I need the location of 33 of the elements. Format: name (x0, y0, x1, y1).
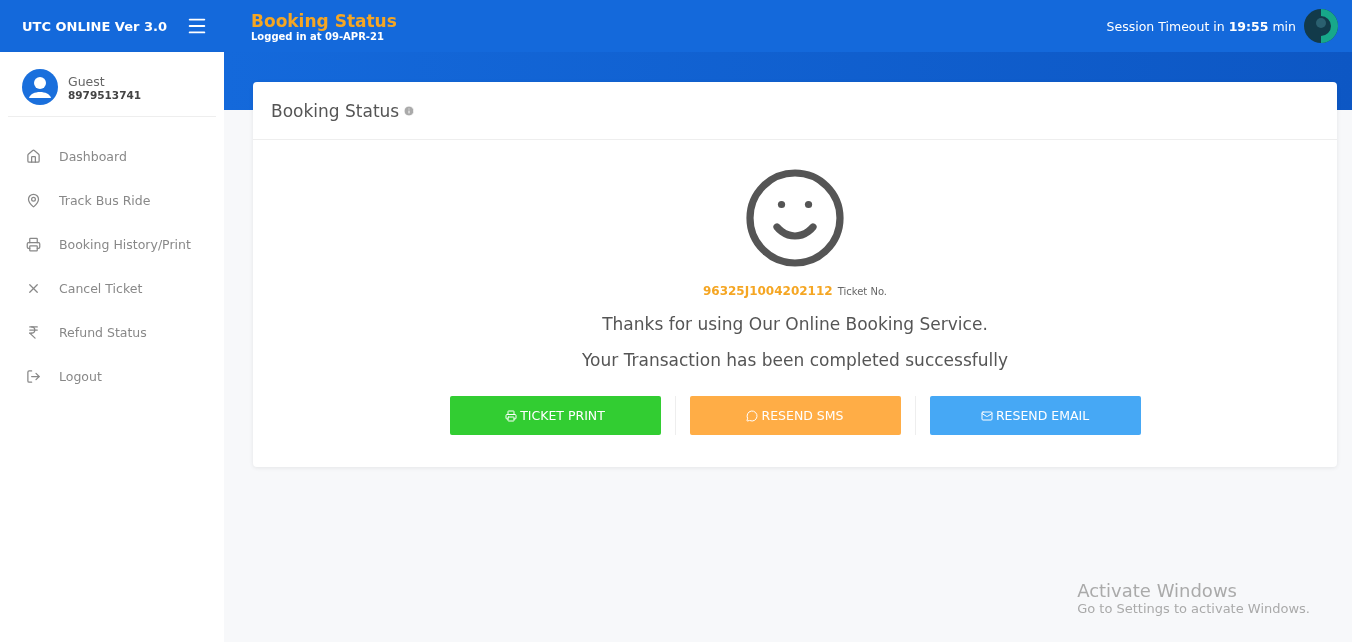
action-button[interactable]: RESEND SMS (689, 396, 901, 435)
sidebar-item[interactable]: Logout (8, 354, 216, 398)
activation-notice-text: Go to Settings to activate Windows. (1077, 601, 1310, 616)
sidebar-item[interactable]: Track Bus Ride (8, 178, 216, 222)
brand-name: UTC ONLINE Ver 3.0 (22, 18, 167, 34)
map-pin-icon (26, 192, 41, 208)
home-icon (26, 148, 41, 164)
sidebar-item[interactable]: Dashboard (8, 134, 216, 178)
rupee-icon (26, 324, 41, 340)
user-avatar-icon (22, 69, 58, 105)
login-info: Logged in at 09-APR-21 (251, 30, 385, 42)
session-timeout: Session Timeout in 19:55 min (1106, 18, 1296, 34)
action-button[interactable]: RESEND EMAIL (929, 396, 1141, 435)
card-title: Booking Status (271, 100, 400, 121)
envelope-icon (980, 409, 993, 422)
sidebar-item[interactable]: Cancel Ticket (8, 266, 216, 310)
chat-bubble-icon (746, 409, 759, 422)
sidebar-item[interactable]: Booking History/Print (8, 222, 216, 266)
avatar-icon[interactable] (1304, 9, 1338, 43)
status-message: Thanks for using Our Online Booking Service. (602, 314, 988, 334)
printer-icon (505, 409, 518, 422)
status-message: Your Transaction has been completed successfully (581, 350, 1009, 370)
ticket-label: Ticket No. (837, 286, 888, 297)
activation-notice-title: Activate Windows (1077, 580, 1238, 601)
page-title: Booking Status (251, 10, 397, 31)
ticket-number: 96325J1004202112 (702, 284, 833, 298)
sidebar-item[interactable]: Refund Status (8, 310, 216, 354)
printer-icon (26, 236, 41, 252)
action-button[interactable]: TICKET PRINT (449, 396, 661, 435)
user-name: Guest (68, 73, 106, 89)
logout-icon (26, 368, 41, 384)
info-icon (403, 104, 416, 117)
user-phone: 8979513741 (68, 88, 142, 101)
